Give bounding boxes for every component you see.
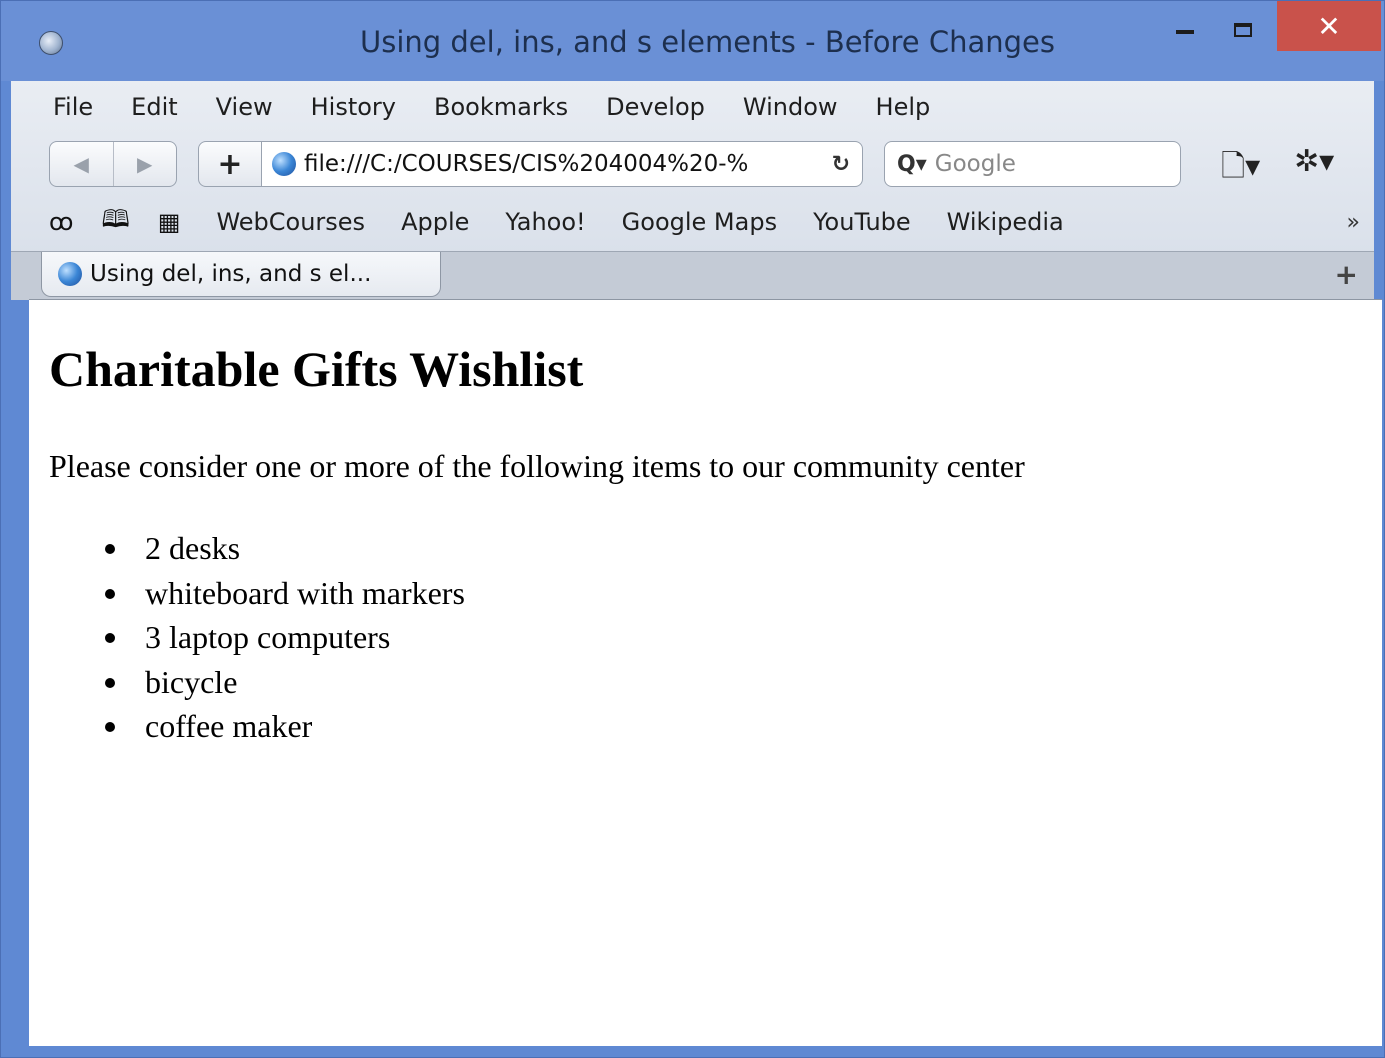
bookmark-youtube[interactable]: YouTube (813, 208, 911, 236)
address-bar[interactable]: file:///C:/COURSES/CIS%204004%20-% ↻ (261, 141, 863, 187)
more-bookmarks-chevron-icon[interactable]: » (1347, 210, 1360, 235)
reading-list-icon[interactable]: ꝏ (49, 208, 73, 236)
minimize-button[interactable] (1163, 9, 1207, 51)
browser-window: Using del, ins, and s elements - Before … (0, 0, 1385, 1058)
tab-strip: Using del, ins, and s el... + (11, 251, 1374, 300)
gear-icon[interactable]: ✲▾ (1294, 144, 1334, 179)
menu-develop[interactable]: Develop (606, 93, 705, 121)
bookmark-webcourses[interactable]: WebCourses (216, 208, 365, 236)
menu-view[interactable]: View (216, 93, 273, 121)
list-item: 3 laptop computers (105, 617, 465, 662)
bookmark-google-maps[interactable]: Google Maps (622, 208, 777, 236)
list-item: 2 desks (105, 528, 465, 573)
new-tab-plus-icon[interactable]: + (1335, 258, 1358, 291)
close-button[interactable]: ✕ (1277, 1, 1381, 51)
list-item: coffee maker (105, 706, 465, 751)
book-icon[interactable]: 🕮 (101, 202, 129, 243)
browser-chrome: File Edit View History Bookmarks Develop… (11, 81, 1374, 300)
bookmarks-bar: ꝏ 🕮 ▦ WebCourses Apple Yahoo! Google Map… (11, 198, 1374, 246)
menu-bookmarks[interactable]: Bookmarks (434, 93, 568, 121)
globe-icon (272, 152, 296, 176)
search-icon[interactable]: Q▾ (897, 152, 927, 177)
intro-paragraph: Please consider one or more of the follo… (49, 448, 1025, 484)
menu-history[interactable]: History (311, 93, 396, 121)
list-item: bicycle (105, 662, 465, 707)
forward-arrow-icon: ▶ (137, 152, 153, 176)
navigation-toolbar: ◀ ▶ + file:///C:/COURSES/CIS%204004%20-%… (11, 136, 1374, 192)
menu-file[interactable]: File (53, 93, 93, 121)
top-sites-grid-icon[interactable]: ▦ (158, 208, 181, 236)
page-heading: Charitable Gifts Wishlist (49, 341, 584, 397)
menu-bar: File Edit View History Bookmarks Develop… (11, 81, 1374, 133)
menu-window[interactable]: Window (743, 93, 838, 121)
forward-button[interactable]: ▶ (112, 142, 177, 186)
title-bar: Using del, ins, and s elements - Before … (1, 1, 1384, 81)
menu-edit[interactable]: Edit (131, 93, 177, 121)
maximize-icon (1234, 23, 1252, 37)
page-menu-icon[interactable]: 🗋▾ (1221, 144, 1260, 195)
wishlist: 2 desks whiteboard with markers 3 laptop… (105, 528, 465, 751)
bookmark-apple[interactable]: Apple (401, 208, 469, 236)
back-arrow-icon: ◀ (73, 152, 89, 176)
reload-icon[interactable]: ↻ (832, 152, 850, 177)
globe-icon (58, 262, 82, 286)
bookmark-yahoo[interactable]: Yahoo! (505, 208, 585, 236)
tab-active[interactable]: Using del, ins, and s el... (41, 252, 441, 297)
maximize-button[interactable] (1221, 9, 1265, 51)
tab-label: Using del, ins, and s el... (90, 261, 372, 287)
back-forward-group: ◀ ▶ (49, 141, 177, 187)
address-input[interactable]: file:///C:/COURSES/CIS%204004%20-% (304, 151, 832, 177)
bookmark-wikipedia[interactable]: Wikipedia (947, 208, 1064, 236)
add-bookmark-button[interactable]: + (198, 141, 262, 187)
list-item: whiteboard with markers (105, 573, 465, 618)
back-button[interactable]: ◀ (50, 142, 113, 186)
menu-help[interactable]: Help (876, 93, 931, 121)
search-placeholder: Google (934, 151, 1016, 177)
minimize-icon (1176, 30, 1194, 34)
page-content: Charitable Gifts Wishlist Please conside… (29, 299, 1382, 1046)
search-field[interactable]: Q▾ Google (884, 141, 1181, 187)
